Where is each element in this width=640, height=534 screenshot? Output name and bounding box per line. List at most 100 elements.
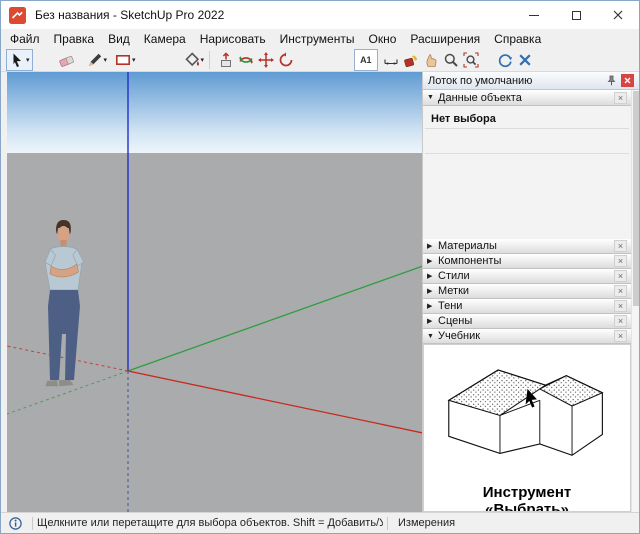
dropdown-caret-icon[interactable]: ▾: [26, 56, 30, 64]
maximize-button[interactable]: [555, 1, 597, 29]
panel-close-button[interactable]: ×: [614, 270, 627, 282]
menu-camera[interactable]: Камера: [137, 30, 193, 48]
select-tool[interactable]: ▾: [6, 49, 33, 71]
sky: [7, 72, 422, 153]
orbit-tool[interactable]: [236, 49, 256, 71]
status-hint: Щелкните или перетащите для выбора объек…: [37, 517, 383, 529]
info-icon: [9, 517, 22, 530]
pin-button[interactable]: [604, 75, 618, 86]
rotate-icon: [278, 52, 294, 68]
collapse-arrow-icon[interactable]: ▼: [427, 333, 438, 340]
dropdown-caret-icon[interactable]: ▾: [132, 56, 136, 64]
menu-window[interactable]: Окно: [361, 30, 403, 48]
info-button[interactable]: [9, 517, 22, 530]
tray-close-button[interactable]: [621, 74, 634, 87]
tray-panels: ▼ Данные объекта × Нет выбора ▶ Материал…: [423, 90, 631, 512]
rectangle-icon: [115, 52, 131, 68]
zoom-tool[interactable]: [441, 49, 461, 71]
close-icon: [624, 77, 631, 84]
select-arrow-icon: [9, 52, 25, 68]
viewport-canvas[interactable]: [7, 72, 422, 512]
refresh-view-icon: [497, 52, 513, 68]
instructor-content: Инструмент «Выбрать»: [423, 344, 631, 512]
expand-arrow-icon[interactable]: ▶: [427, 302, 438, 310]
viewport: [1, 72, 422, 512]
walk-tool[interactable]: [421, 49, 441, 71]
minimize-button[interactable]: [513, 1, 555, 29]
menu-tools[interactable]: Инструменты: [273, 30, 362, 48]
panel-close-button[interactable]: ×: [614, 285, 627, 297]
tray-title: Лоток по умолчанию: [428, 75, 604, 87]
rectangle-tool[interactable]: ▾: [113, 49, 138, 71]
expand-arrow-icon[interactable]: ▶: [427, 317, 438, 325]
window-title: Без названия - SketchUp Pro 2022: [35, 8, 224, 22]
panel-label: Стили: [438, 270, 614, 282]
dropdown-caret-icon[interactable]: ▾: [104, 56, 108, 64]
menu-draw[interactable]: Нарисовать: [193, 30, 273, 48]
push-pull-icon: [218, 52, 234, 68]
window-controls: [513, 1, 639, 29]
status-bar: Щелкните или перетащите для выбора объек…: [1, 512, 639, 533]
materials-tool[interactable]: [401, 49, 421, 71]
expand-arrow-icon[interactable]: ▶: [427, 257, 438, 265]
dimension-icon: [383, 52, 399, 68]
model-info-button[interactable]: [495, 49, 515, 71]
dropdown-caret-icon[interactable]: ▾: [201, 56, 205, 64]
paint-bucket-tool[interactable]: ▾: [182, 49, 207, 71]
panel-header-components[interactable]: ▶ Компоненты ×: [423, 254, 631, 269]
panel-header-scenes[interactable]: ▶ Сцены ×: [423, 314, 631, 329]
panel-close-button[interactable]: ×: [614, 92, 627, 104]
close-button[interactable]: [597, 1, 639, 29]
magnifier-icon: [443, 52, 459, 68]
pencil-tool[interactable]: ▾: [85, 49, 110, 71]
zoom-extents-button[interactable]: [461, 49, 481, 71]
menu-bar: Файл Правка Вид Камера Нарисовать Инстру…: [1, 29, 639, 48]
sketchup-window: Без названия - SketchUp Pro 2022 Файл Пр…: [0, 0, 640, 534]
panel-header-entity-info[interactable]: ▼ Данные объекта ×: [423, 90, 631, 106]
panel-header-shadows[interactable]: ▶ Тени ×: [423, 299, 631, 314]
pan-tool[interactable]: [256, 49, 276, 71]
divider: [425, 153, 629, 154]
menu-help[interactable]: Справка: [487, 30, 548, 48]
dimension-tool[interactable]: [381, 49, 401, 71]
menu-view[interactable]: Вид: [101, 30, 137, 48]
pin-icon: [606, 75, 617, 86]
panel-close-button[interactable]: ×: [614, 315, 627, 327]
panel-close-button[interactable]: ×: [614, 300, 627, 312]
panel-close-button[interactable]: ×: [614, 240, 627, 252]
toolbar-separator: [209, 51, 210, 69]
collapse-arrow-icon[interactable]: ▼: [427, 94, 438, 101]
panel-close-button[interactable]: ×: [614, 330, 627, 342]
panel-close-button[interactable]: ×: [614, 255, 627, 267]
menu-extensions[interactable]: Расширения: [403, 30, 487, 48]
panel-label: Метки: [438, 285, 614, 297]
menu-file[interactable]: Файл: [3, 30, 47, 48]
expand-arrow-icon[interactable]: ▶: [427, 287, 438, 295]
blue-x-icon: [517, 52, 533, 68]
measurements-input[interactable]: [455, 516, 639, 531]
push-pull-tool[interactable]: [216, 49, 236, 71]
expand-arrow-icon[interactable]: ▶: [427, 272, 438, 280]
panel-header-instructor[interactable]: ▼ Учебник ×: [423, 329, 631, 344]
panel-header-materials[interactable]: ▶ Материалы ×: [423, 239, 631, 254]
divider: [425, 128, 629, 129]
rotate-tool[interactable]: [276, 49, 296, 71]
hand-icon: [423, 52, 439, 68]
zoom-extents-icon: [463, 52, 479, 68]
text-a1-button[interactable]: A1: [354, 49, 378, 71]
menu-edit[interactable]: Правка: [47, 30, 102, 48]
minimize-icon: [529, 15, 539, 16]
pan-icon: [258, 52, 274, 68]
panel-label: Компоненты: [438, 255, 614, 267]
eraser-tool[interactable]: [57, 49, 77, 71]
materials-icon: [403, 52, 419, 68]
panel-header-styles[interactable]: ▶ Стили ×: [423, 269, 631, 284]
scrollbar-thumb[interactable]: [633, 91, 639, 306]
tray-scrollbar[interactable]: [631, 90, 639, 512]
expand-arrow-icon[interactable]: ▶: [427, 242, 438, 250]
default-tray: Лоток по умолчанию ▼ Данные объекта × Не…: [422, 72, 639, 512]
tray-header[interactable]: Лоток по умолчанию: [423, 72, 639, 90]
preferences-button[interactable]: [515, 49, 535, 71]
panel-header-tags[interactable]: ▶ Метки ×: [423, 284, 631, 299]
a1-label: A1: [357, 53, 375, 67]
